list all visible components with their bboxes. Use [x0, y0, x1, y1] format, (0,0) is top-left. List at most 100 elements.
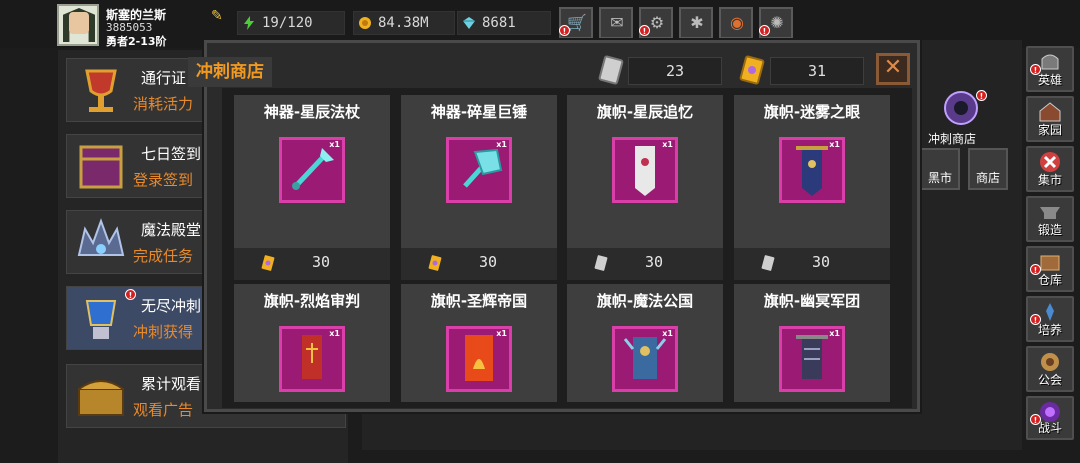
- sidebar-item-training[interactable]: ! 培养: [1026, 296, 1074, 342]
- item-name: 旗帜-幽冥军团: [763, 292, 861, 310]
- close-button[interactable]: ✕: [876, 53, 910, 85]
- item-quantity: x1: [496, 329, 507, 338]
- list-item-title: 无尽冲刺: [141, 297, 202, 315]
- item-price: 30: [479, 253, 498, 271]
- sidebar-item-label: 战斗: [1037, 421, 1062, 435]
- anvil-icon: [1040, 207, 1060, 219]
- list-item-title: 通行证: [141, 69, 187, 87]
- sidebar-item-hero[interactable]: ! 英雄: [1026, 46, 1074, 92]
- settings-button[interactable]: ✱: [679, 7, 713, 39]
- item-thumbnail: x1: [446, 326, 512, 392]
- banner-chest-icon: [79, 145, 123, 189]
- item-name: 旗帜-圣辉帝国: [430, 292, 528, 310]
- guild-icon: [1041, 353, 1059, 371]
- sidebar-item-label: 仓库: [1037, 273, 1062, 287]
- gold-currency-count: 31: [770, 57, 864, 85]
- gold-card-icon: [739, 55, 765, 85]
- sidebar-item-warehouse[interactable]: ! 仓库: [1026, 246, 1074, 292]
- alert-badge: !: [759, 25, 770, 36]
- sidebar-item-label: 家园: [1037, 123, 1062, 137]
- black-market-label: 黑市: [927, 171, 952, 185]
- mail-icon: ✉: [610, 13, 624, 32]
- cart-icon: 🛒: [567, 13, 587, 32]
- sidebar-item-guild[interactable]: 公会: [1026, 346, 1074, 392]
- item-thumbnail: x1: [279, 137, 345, 203]
- gold-coin-icon: [359, 17, 371, 29]
- sidebar-item-label: 锻造: [1037, 223, 1062, 237]
- gift-button[interactable]: ⚙ !: [639, 7, 673, 39]
- crystal-crown-icon: [77, 218, 125, 256]
- shop-item-card[interactable]: 旗帜-迷雾之眼 x1 30: [734, 95, 890, 280]
- store-label: 商店: [975, 171, 1000, 185]
- navy-banner-icon: [796, 146, 828, 196]
- shop-item-card[interactable]: 旗帜-烈焰审判 x1: [234, 284, 390, 402]
- item-quantity: x1: [496, 140, 507, 149]
- shop-item-card[interactable]: 神器-星辰法杖 x1 30: [234, 95, 390, 280]
- shop-item-card[interactable]: 旗帜-圣辉帝国 x1: [401, 284, 557, 402]
- gear-icon: ✱: [690, 13, 704, 32]
- alert-badge: !: [639, 25, 650, 36]
- sidebar-item-market[interactable]: 集市: [1026, 146, 1074, 192]
- gem-icon: [463, 17, 475, 29]
- item-thumbnail: x1: [779, 326, 845, 392]
- sprint-shop-label: 冲刺商店: [928, 132, 977, 146]
- helmet-icon: [1041, 54, 1059, 70]
- item-quantity: x1: [329, 140, 340, 149]
- house-icon: [1039, 102, 1061, 122]
- item-name: 旗帜-魔法公国: [596, 292, 694, 310]
- sidebar-item-home[interactable]: 家园: [1026, 96, 1074, 142]
- alert-badge: !: [559, 25, 570, 36]
- shop-cart-button[interactable]: 🛒 !: [559, 7, 593, 39]
- item-quantity: x1: [662, 329, 673, 338]
- gem-value: 8681: [482, 15, 516, 31]
- sidebar-item-battle[interactable]: ! 战斗: [1026, 396, 1074, 440]
- player-rank: 勇者2-13阶: [106, 35, 167, 48]
- stamina-value: 19/120: [262, 15, 313, 31]
- shop-item-card[interactable]: 旗帜-魔法公国 x1: [567, 284, 723, 402]
- item-thumbnail: x1: [779, 137, 845, 203]
- item-name: 神器-星辰法杖: [263, 103, 361, 121]
- item-thumbnail: x1: [279, 326, 345, 392]
- edit-icon[interactable]: ✎: [211, 8, 223, 24]
- shop-item-card[interactable]: 旗帜-星辰追忆 x1 30: [567, 95, 723, 280]
- shop-item-card[interactable]: 神器-碎星巨锤 x1 30: [401, 95, 557, 280]
- gift-icon: ⚙: [649, 13, 665, 32]
- price-bar: 30: [234, 248, 390, 280]
- goblet-icon: [85, 69, 117, 112]
- item-thumbnail: x1: [612, 137, 678, 203]
- magic-duchy-banner-icon: [623, 337, 667, 379]
- close-icon: ✕: [883, 55, 903, 80]
- star-hammer-icon: [463, 148, 503, 188]
- sidebar-item-label: 集市: [1037, 173, 1062, 187]
- black-market-button[interactable]: 黑市: [920, 148, 960, 190]
- flame-judgment-banner-icon: [302, 335, 322, 379]
- mail-button[interactable]: ✉: [599, 7, 633, 39]
- gold-counter: 84.38M: [353, 11, 455, 35]
- item-price: 30: [645, 253, 664, 271]
- store-button[interactable]: 商店: [968, 148, 1008, 190]
- item-price: 30: [812, 253, 831, 271]
- spiderweb-icon: ✺: [770, 13, 784, 32]
- item-name: 旗帜-迷雾之眼: [763, 103, 861, 121]
- list-item-title: 魔法殿堂: [141, 221, 202, 239]
- item-quantity: x1: [662, 140, 673, 149]
- sidebar-item-forge[interactable]: 锻造: [1026, 196, 1074, 242]
- list-item-title: 七日签到: [141, 145, 202, 163]
- trophy-icon: [85, 300, 117, 339]
- silver-currency-count: 23: [628, 57, 722, 85]
- alert-badge: !: [125, 289, 136, 300]
- warehouse-icon: [1040, 255, 1060, 271]
- close-circle-icon: [1040, 152, 1060, 172]
- price-bar: 30: [401, 248, 557, 280]
- underworld-banner-icon: [796, 335, 828, 379]
- price-bar: 30: [567, 248, 723, 280]
- player-avatar[interactable]: [57, 4, 99, 46]
- stamina-counter: 19/120: [237, 11, 345, 35]
- gold-card-icon: [261, 255, 275, 271]
- price-bar: 30: [734, 248, 890, 280]
- web-button[interactable]: ✺ !: [759, 7, 793, 39]
- shop-item-card[interactable]: 旗帜-幽冥军团 x1: [734, 284, 890, 402]
- list-item-title: 累计观看: [141, 375, 202, 393]
- wheel-button[interactable]: ◉: [719, 7, 753, 39]
- shop-title: 冲刺商店: [188, 57, 272, 87]
